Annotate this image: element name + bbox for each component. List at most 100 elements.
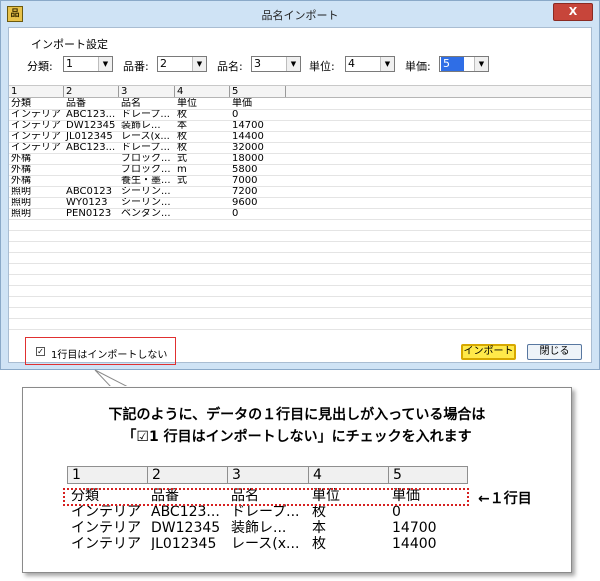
grid-line	[9, 164, 591, 165]
table-cell: 品名	[121, 98, 141, 109]
table-cell: 照明	[11, 197, 31, 208]
table-cell: 装飾レ...	[121, 120, 161, 131]
grid-line	[9, 230, 591, 231]
table-row[interactable]: 外構 養生・墨... 式 7000	[9, 175, 591, 186]
table-row[interactable]: 外構 ブロック... 式 18000	[9, 153, 591, 164]
grid-line	[9, 329, 591, 330]
table-cell: 32000	[232, 142, 264, 153]
grid-column-header[interactable]: 4	[175, 86, 230, 97]
table-cell: DW12345	[66, 120, 116, 131]
table-cell: 枚	[177, 142, 187, 153]
table-cell	[64, 175, 119, 186]
unit-price-column-value: 5	[441, 57, 464, 71]
table-cell: 18000	[232, 153, 264, 164]
field-unit-price-label: 単価:	[405, 60, 431, 73]
table-cell: インテリア	[11, 109, 61, 120]
skip-first-row-checkbox[interactable]: ✓	[36, 347, 45, 356]
grid-line	[9, 285, 591, 286]
table-row[interactable]: インテリア ABC123... ドレープ... 枚 32000	[9, 142, 591, 153]
zoomed-table-row: インテリア ABC123... ドレープ... 枚 0	[67, 504, 468, 520]
zoomed-table-cell: 14700	[392, 520, 437, 536]
table-cell: JL012345	[66, 131, 113, 142]
window-close-button[interactable]: X	[553, 3, 593, 21]
table-cell: 外構	[11, 164, 31, 175]
table-row[interactable]: 照明 ABC0123 シーリン... 7200	[9, 186, 591, 197]
import-button[interactable]: インポート	[461, 344, 516, 360]
zoomed-column-header: 2	[148, 467, 228, 483]
grid-column-header[interactable]: 3	[119, 86, 175, 97]
table-row[interactable]: インテリア DW12345 装飾レ... 本 14700	[9, 120, 591, 131]
grid-line	[9, 109, 591, 110]
product-number-column-value: 2	[160, 57, 167, 70]
zoomed-column-header: 4	[309, 467, 389, 483]
grid-column-header[interactable]: 1	[9, 86, 64, 97]
table-cell	[175, 208, 230, 219]
table-cell	[64, 153, 119, 164]
skip-first-row-label[interactable]: 1行目はインポートしない	[51, 346, 167, 361]
field-product-number-label: 品番:	[123, 60, 149, 73]
table-cell: 照明	[11, 208, 31, 219]
first-row-highlight	[63, 488, 469, 506]
table-cell: 養生・墨...	[121, 175, 171, 186]
table-cell: ドレープ...	[121, 142, 170, 153]
grid-line	[9, 153, 591, 154]
preview-grid[interactable]: 1 2 3 4 5 分類 品番 品名 単位 単価 インテリア ABC123... ドレープ..…	[9, 85, 591, 332]
chevron-down-icon: ▼	[192, 57, 206, 71]
grid-line	[9, 142, 591, 143]
table-cell: シーリン...	[121, 197, 171, 208]
field-category-label: 分類:	[27, 60, 53, 73]
grid-header: 1 2 3 4 5	[9, 86, 591, 98]
zoomed-column-header: 5	[389, 467, 468, 483]
unit-column-select[interactable]: 4 ▼	[345, 56, 395, 72]
grid-line	[9, 197, 591, 198]
table-cell: 本	[177, 120, 187, 131]
grid-line	[9, 175, 591, 176]
grid-column-header[interactable]: 5	[230, 86, 286, 97]
table-cell: 枚	[177, 131, 187, 142]
grid-line	[9, 263, 591, 264]
zoomed-grid-header: 1 2 3 4 5	[67, 466, 468, 484]
zoomed-table-row: インテリア DW12345 装飾レ... 本 14700	[67, 520, 468, 536]
table-row[interactable]: 照明 PEN0123 ペンダン... 0	[9, 208, 591, 219]
table-cell: ABC0123	[66, 186, 112, 197]
table-cell: 5800	[232, 164, 258, 175]
table-cell: ブロック...	[121, 153, 171, 164]
zoomed-table-cell: インテリア	[71, 520, 141, 536]
zoomed-table-cell: 14400	[392, 536, 437, 550]
title-bar[interactable]: 品 品名インポート X	[1, 1, 599, 27]
chevron-down-icon: ▼	[474, 57, 488, 71]
table-row[interactable]: インテリア ABC123... ドレープ... 枚 0	[9, 109, 591, 120]
category-column-select[interactable]: 1 ▼	[63, 56, 113, 72]
table-cell: 7000	[232, 175, 258, 186]
table-cell: シーリン...	[121, 186, 171, 197]
table-cell: WY0123	[66, 197, 108, 208]
grid-column-header[interactable]: 2	[64, 86, 119, 97]
grid-line	[9, 208, 591, 209]
grid-line	[9, 296, 591, 297]
zoomed-table-cell: インテリア	[71, 536, 141, 550]
close-button[interactable]: 閉じる	[527, 344, 582, 360]
zoomed-table-cell: 0	[392, 504, 401, 520]
chevron-down-icon: ▼	[98, 57, 112, 71]
table-cell: 単位	[177, 98, 197, 109]
grid-line	[9, 274, 591, 275]
import-dialog-window: 品 品名インポート X インポート設定 分類: 1 ▼ 品番: 2 ▼ 品名: …	[0, 0, 600, 370]
table-row[interactable]: 分類 品番 品名 単位 単価	[9, 98, 591, 109]
chevron-down-icon: ▼	[286, 57, 300, 71]
dialog-client-area: インポート設定 分類: 1 ▼ 品番: 2 ▼ 品名: 3 ▼ 単位: 4 ▼ …	[8, 27, 592, 365]
zoomed-table-cell: レース(x...	[231, 536, 300, 550]
table-row[interactable]: 照明 WY0123 シーリン... 9600	[9, 197, 591, 208]
product-name-column-select[interactable]: 3 ▼	[251, 56, 301, 72]
table-cell: ブロック...	[121, 164, 171, 175]
grid-line	[9, 219, 591, 220]
product-name-column-value: 3	[254, 57, 261, 70]
table-cell	[175, 186, 230, 197]
table-cell: 分類	[11, 98, 31, 109]
zoomed-table-row: インテリア JL012345 レース(x... 枚 14400	[67, 536, 468, 550]
zoomed-table-cell: ドレープ...	[231, 504, 300, 520]
table-row[interactable]: 外構 ブロック... m 5800	[9, 164, 591, 175]
unit-price-column-select[interactable]: 5 ▼	[439, 56, 489, 72]
table-row[interactable]: インテリア JL012345 レース(x... 枚 14400	[9, 131, 591, 142]
table-cell: ABC123...	[66, 142, 116, 153]
product-number-column-select[interactable]: 2 ▼	[157, 56, 207, 72]
